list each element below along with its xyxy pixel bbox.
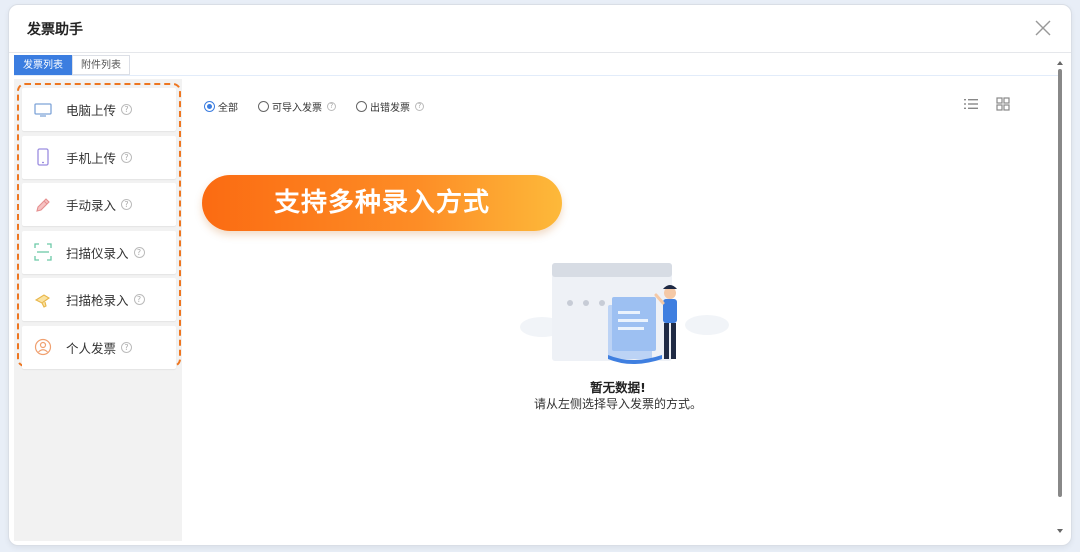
- method-label: 个人发票: [66, 340, 117, 356]
- help-icon[interactable]: ?: [327, 102, 336, 111]
- filter-all[interactable]: 全部: [204, 99, 238, 114]
- filter-label: 出错发票: [370, 103, 410, 114]
- method-label: 手动录入: [66, 198, 117, 213]
- method-scanner-entry[interactable]: 扫描仪录入 ?: [22, 230, 176, 274]
- method-scan-gun-entry[interactable]: 扫描枪录入 ?: [22, 278, 176, 321]
- scroll-down-arrow-icon[interactable]: [1057, 529, 1063, 533]
- view-toggle: [964, 97, 1010, 111]
- tab-attachment-list[interactable]: 附件列表: [72, 55, 130, 75]
- help-icon[interactable]: ?: [121, 151, 133, 163]
- close-icon[interactable]: [1033, 18, 1053, 38]
- method-personal-invoice[interactable]: 个人发票 ?: [22, 325, 176, 369]
- empty-state-illustration: [520, 263, 729, 364]
- help-icon[interactable]: ?: [121, 341, 133, 353]
- radio-button[interactable]: [356, 101, 367, 112]
- scanner-icon: [34, 243, 52, 261]
- tab-bar: 发票列表 附件列表: [14, 55, 130, 75]
- filter-error[interactable]: 出错发票 ?: [356, 99, 424, 114]
- radio-button[interactable]: [258, 101, 269, 112]
- feature-banner: 支持多种录入方式: [202, 175, 562, 231]
- tab-invoice-list[interactable]: 发票列表: [14, 55, 72, 75]
- filter-importable[interactable]: 可导入发票 ?: [258, 99, 336, 114]
- list-view-icon[interactable]: [964, 97, 978, 111]
- user-icon: [34, 338, 52, 356]
- monitor-icon: [34, 101, 52, 119]
- method-manual-entry[interactable]: 手动录入 ?: [22, 183, 176, 226]
- pen-icon: [34, 196, 52, 214]
- grid-view-icon[interactable]: [996, 97, 1010, 111]
- title-bar: 发票助手: [9, 5, 1071, 53]
- empty-state-title: 暂无数据!: [590, 380, 646, 395]
- window-title: 发票助手: [27, 22, 83, 38]
- help-icon[interactable]: ?: [415, 102, 424, 111]
- help-icon[interactable]: ?: [133, 294, 145, 305]
- method-label: 扫描枪录入: [66, 293, 129, 308]
- method-label: 电脑上传: [66, 103, 117, 118]
- invoice-assistant-window: 发票助手 发票列表 附件列表 电脑上传 ? 手机上传 ? 手动录入 ? 扫描仪录…: [8, 4, 1072, 546]
- method-phone-upload[interactable]: 手机上传 ?: [22, 135, 176, 179]
- scan-gun-icon: [34, 291, 52, 309]
- tab-divider: [14, 75, 1060, 76]
- method-label: 手机上传: [66, 150, 117, 166]
- scrollbar-thumb[interactable]: [1058, 69, 1062, 497]
- import-method-list-highlight: 电脑上传 ? 手机上传 ? 手动录入 ? 扫描仪录入 ? 扫描枪录入 ? 个人发…: [17, 83, 181, 369]
- method-label: 扫描仪录入: [66, 245, 129, 261]
- import-method-sidebar: 电脑上传 ? 手机上传 ? 手动录入 ? 扫描仪录入 ? 扫描枪录入 ? 个人发…: [14, 79, 182, 541]
- scroll-up-arrow-icon[interactable]: [1057, 61, 1063, 65]
- radio-button[interactable]: [204, 101, 215, 112]
- vertical-scrollbar[interactable]: [1057, 61, 1064, 533]
- main-panel: 全部 可导入发票 ? 出错发票 ? 支持多种录入方式 暂无数据! 请从左侧选择导…: [182, 79, 1054, 535]
- filter-label: 全部: [218, 103, 238, 114]
- help-icon[interactable]: ?: [121, 199, 133, 210]
- method-computer-upload[interactable]: 电脑上传 ?: [22, 88, 176, 131]
- empty-state-description: 请从左侧选择导入发票的方式。: [533, 397, 702, 411]
- filter-label: 可导入发票: [272, 103, 322, 114]
- phone-icon: [34, 148, 52, 166]
- help-icon[interactable]: ?: [121, 104, 133, 115]
- invoice-filter-group: 全部 可导入发票 ? 出错发票 ?: [204, 99, 444, 114]
- help-icon[interactable]: ?: [133, 246, 145, 258]
